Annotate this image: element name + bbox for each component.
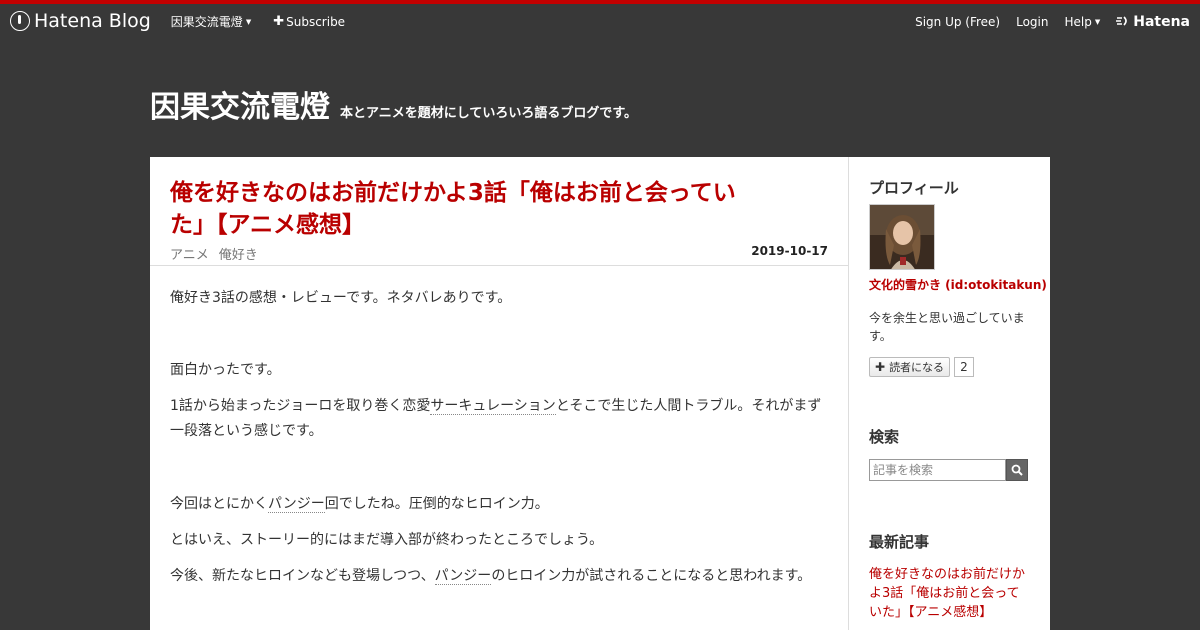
hatena-logo-icon xyxy=(1116,15,1130,30)
search-input[interactable] xyxy=(869,459,1006,481)
entry-paragraph: 今後、新たなヒロインなども登場しつつ、パンジーのヒロイン力が試されることになると… xyxy=(170,564,830,589)
keyword-link[interactable]: パンジー xyxy=(268,496,325,513)
hatena-logo-text: Hatena xyxy=(1133,14,1190,30)
entry-paragraph: 今回はとにかくパンジー回でしたね。圧倒的なヒロイン力。 xyxy=(170,492,830,517)
keyword-link[interactable]: パンジー xyxy=(434,568,492,585)
entry-categories: アニメ 俺好き xyxy=(170,244,268,263)
search-icon xyxy=(1011,464,1023,476)
paragraph-text: 今後、新たなヒロインなども登場しつつ、 xyxy=(170,568,435,584)
subscribe-link-label: Subscribe xyxy=(286,14,346,29)
avatar-image xyxy=(870,205,934,269)
category-link[interactable]: アニメ xyxy=(170,244,209,263)
signup-link[interactable]: Sign Up (Free) xyxy=(915,15,1000,29)
search-form xyxy=(869,459,1028,481)
blog-title-area: 因果交流電燈 本とアニメを題材にしていろいろ語るブログです。 xyxy=(150,82,637,126)
search-heading: 検索 xyxy=(869,428,900,446)
entry-paragraph: 1話から始まったジョーロを取り巻く恋愛サーキュレーションとそこで生じた人間トラブ… xyxy=(170,394,830,444)
profile-name-link[interactable]: 文化的雪かき (id:otokitakun) xyxy=(869,276,1047,293)
plus-icon: ✚ xyxy=(875,360,886,374)
global-header-menu: 因果交流電燈 ▼ ✚ Subscribe xyxy=(171,13,367,30)
plus-icon: ✚ xyxy=(273,14,285,29)
hatena-blog-logo-text: Hatena Blog xyxy=(34,10,151,32)
keyword-link[interactable]: サーキュレーション xyxy=(430,398,556,415)
entry-title[interactable]: 俺を好きなのはお前だけかよ3話「俺はお前と会っていた」【アニメ感想】 xyxy=(170,177,770,241)
paragraph-text: 1話から始まったジョーロを取り巻く恋愛 xyxy=(170,398,431,414)
blog-menu-dropdown[interactable]: 因果交流電燈 ▼ xyxy=(171,13,251,30)
paragraph-text: のヒロイン力が試されることになると思われます。 xyxy=(491,568,812,584)
entry-paragraph: 面白かったです。 xyxy=(170,362,281,378)
chevron-down-icon: ▼ xyxy=(1094,18,1101,26)
paragraph-text: 今回はとにかく xyxy=(170,496,268,512)
blog-description: 本とアニメを題材にしていろいろ語るブログです。 xyxy=(340,106,638,121)
entry-date[interactable]: 2019-10-17 xyxy=(751,244,828,258)
search-button[interactable] xyxy=(1006,459,1028,481)
content-wrapper: 俺を好きなのはお前だけかよ3話「俺はお前と会っていた」【アニメ感想】 アニメ 俺… xyxy=(150,157,1050,630)
blog-title[interactable]: 因果交流電燈 xyxy=(150,82,330,126)
avatar[interactable] xyxy=(869,204,935,270)
global-header-left: Hatena Blog 因果交流電燈 ▼ ✚ Subscribe xyxy=(10,10,367,32)
subscribe-button-label: 読者になる xyxy=(889,361,945,374)
entry-paragraph: 俺好き3話の感想・レビューです。ネタバレありです。 xyxy=(170,290,512,306)
blog-menu-label: 因果交流電燈 xyxy=(170,15,243,29)
hatena-blog-logo-icon xyxy=(10,11,30,31)
entry-header-divider xyxy=(150,265,849,266)
main-column: 俺を好きなのはお前だけかよ3話「俺はお前と会っていた」【アニメ感想】 アニメ 俺… xyxy=(150,157,849,630)
recent-entries-heading: 最新記事 xyxy=(869,533,930,551)
recent-entry-link[interactable]: 俺を好きなのはお前だけかよ3話「俺はお前と会っていた」【アニメ感想】 xyxy=(869,565,1029,622)
subscribe-widget: ✚ 読者になる 2 xyxy=(869,357,974,377)
hatena-blog-logo[interactable]: Hatena Blog xyxy=(10,10,151,32)
subscriber-count[interactable]: 2 xyxy=(954,357,974,377)
hatena-logo[interactable]: Hatena xyxy=(1116,14,1190,30)
subscribe-link[interactable]: ✚ Subscribe xyxy=(273,14,345,29)
paragraph-text: 回でしたね。圧倒的なヒロイン力。 xyxy=(324,496,549,512)
category-link[interactable]: 俺好き xyxy=(219,244,258,263)
global-header-right: Sign Up (Free) Login Help ▼ Hatena xyxy=(899,14,1190,30)
chevron-down-icon: ▼ xyxy=(245,17,252,26)
global-header: Hatena Blog 因果交流電燈 ▼ ✚ Subscribe Sign Up… xyxy=(0,4,1200,40)
profile-heading: プロフィール xyxy=(869,179,959,197)
hatena-mark-svg xyxy=(1116,15,1128,26)
subscribe-button[interactable]: ✚ 読者になる xyxy=(869,357,951,377)
profile-description: 今を余生と思い過ごしています。 xyxy=(869,311,1025,343)
login-link[interactable]: Login xyxy=(1016,15,1048,29)
help-label: Help xyxy=(1064,15,1092,29)
help-dropdown[interactable]: Help ▼ xyxy=(1064,15,1100,29)
entry-paragraph: とはいえ、ストーリー的にはまだ導入部が終わったところでしょう。 xyxy=(170,532,604,548)
